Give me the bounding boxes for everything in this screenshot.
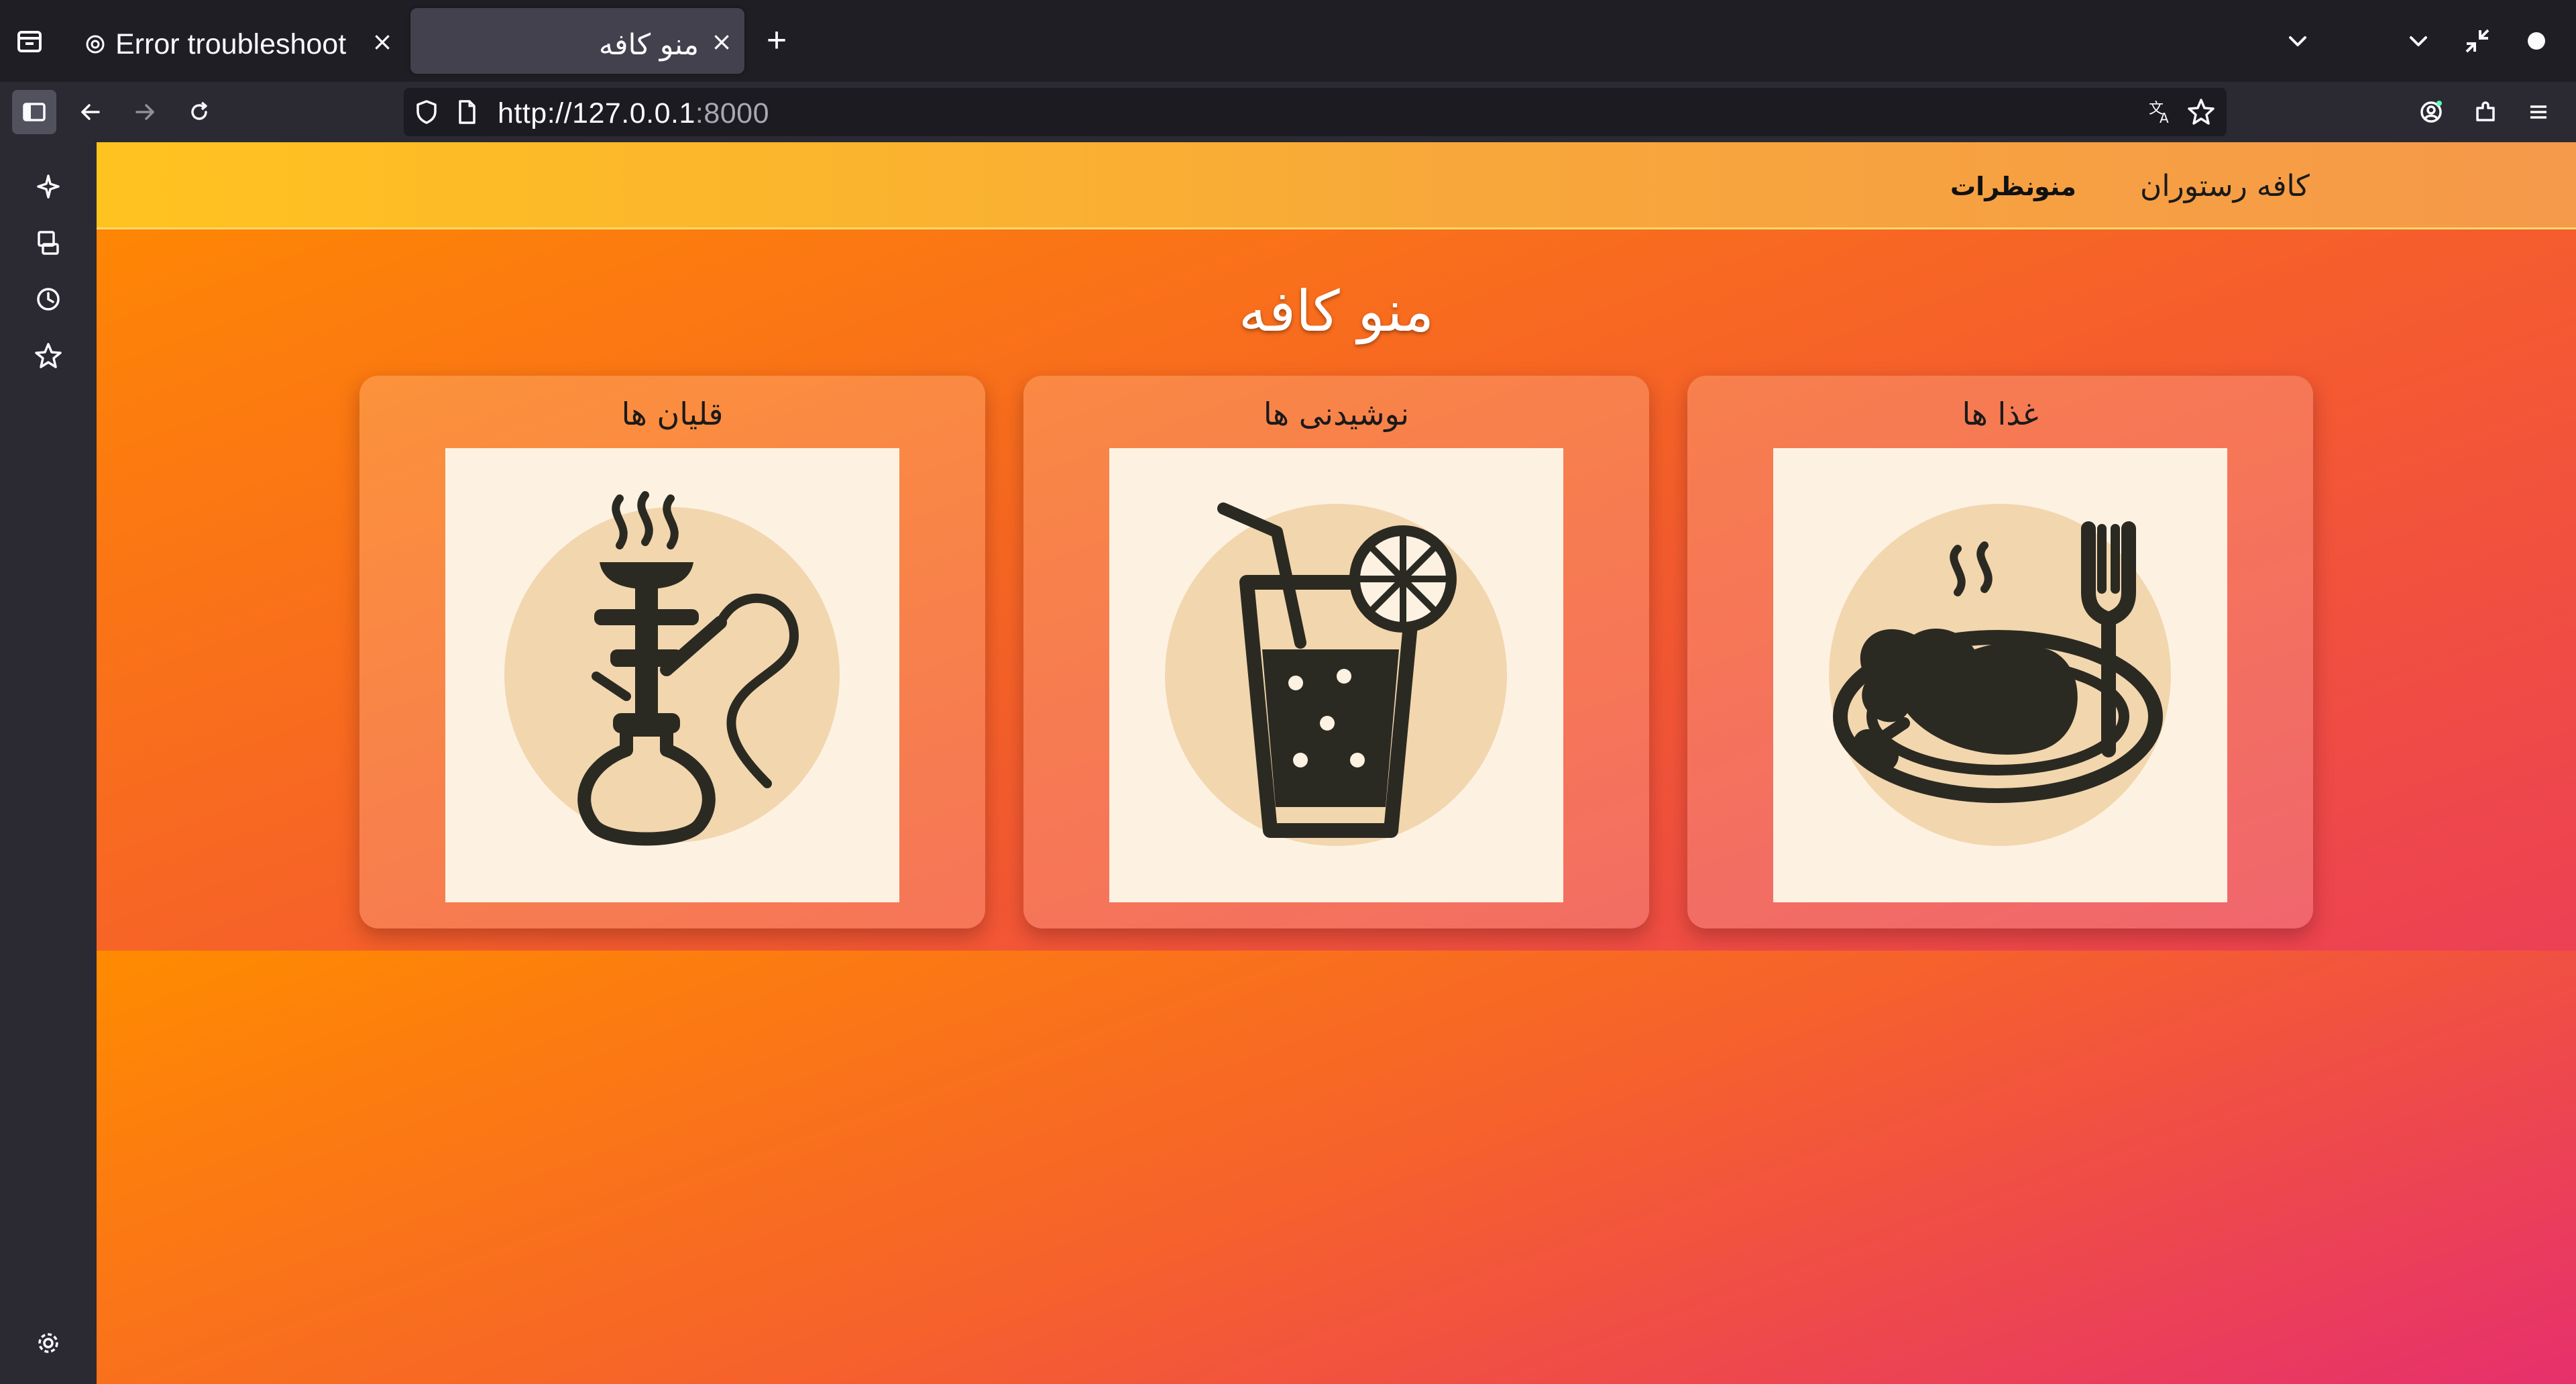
history-clock-icon[interactable] [28,279,68,319]
menu-section: منو کافه غذا ها نوشیدنی ها قلیان ها [97,231,2576,951]
forward-button[interactable] [123,90,167,134]
close-window-icon[interactable] [2516,21,2557,61]
nav-link-reviews[interactable]: نظرات [1950,172,2035,201]
category-card-food[interactable]: غذا ها [1687,376,2313,928]
bookmarks-star-icon[interactable] [28,335,68,376]
account-icon [2420,101,2442,123]
shield-icon[interactable] [412,97,441,127]
settings-gear-icon[interactable] [28,1323,68,1363]
tab-title: منو کافه [598,28,699,62]
page-background [97,951,2576,1384]
sidebar-toggle-button[interactable] [12,90,56,134]
category-label: غذا ها [1962,396,2039,432]
address-bar[interactable]: http://127.0.0.1:8000 文A [404,88,2227,136]
restore-window-icon[interactable] [2457,21,2498,61]
svg-text:A: A [2160,110,2169,126]
tab-error-troubleshoot[interactable]: Error troubleshoot × [74,8,402,74]
brand-name[interactable]: کافه رستوران [2140,169,2310,203]
openai-logo-icon [86,35,105,54]
url-text[interactable]: http://127.0.0.1:8000 [498,97,769,130]
arrow-left-icon [81,104,100,120]
hookah-icon[interactable] [445,448,899,902]
chevron-down-icon[interactable] [2398,21,2439,61]
tab-title: Error troubleshoot [115,28,347,60]
category-label: نوشیدنی ها [1263,396,1410,432]
nav-link-menu[interactable]: منو [2034,172,2076,201]
reload-icon [191,101,207,120]
browser-sidebar [0,142,97,1384]
new-tab-button[interactable]: + [758,21,795,59]
ai-chatbot-icon[interactable] [28,166,68,207]
close-icon[interactable]: × [369,28,396,55]
arrow-right-icon [135,104,154,120]
site-header: کافه رستوران منو نظرات [97,142,2576,229]
translate-icon[interactable]: 文A [2145,96,2177,128]
navigation-toolbar: http://127.0.0.1:8000 文A [0,82,2576,142]
chevron-down-icon[interactable] [2278,21,2318,61]
synced-tabs-icon[interactable] [28,223,68,263]
page-title: منو کافه [1238,278,1435,344]
extensions-button[interactable] [2463,90,2508,134]
sidebar-icon [23,103,46,121]
close-icon[interactable]: × [708,28,735,55]
reload-button[interactable] [177,90,221,134]
page-icon[interactable] [452,97,482,127]
category-label: قلیان ها [621,396,724,432]
drink-glass-icon[interactable] [1109,448,1563,902]
category-card-drinks[interactable]: نوشیدنی ها [1023,376,1649,928]
url-host: http://127.0.0.1 [498,97,695,129]
tab-strip: Error troubleshoot × منو کافه × + [0,0,2576,82]
back-button[interactable] [68,90,113,134]
hamburger-menu-icon [2530,105,2546,119]
category-card-hookah[interactable]: قلیان ها [359,376,985,928]
bookmark-star-icon[interactable] [2185,96,2217,128]
food-plate-icon[interactable] [1773,448,2227,902]
puzzle-icon [2476,101,2495,121]
account-button[interactable] [2409,90,2453,134]
tab-list-icon[interactable] [9,21,50,61]
url-port: :8000 [695,97,769,129]
tab-cafe-menu[interactable]: منو کافه × [410,8,744,74]
web-page: کافه رستوران منو نظرات منو کافه غذا ها ن… [97,142,2576,1384]
app-menu-button[interactable] [2516,90,2561,134]
